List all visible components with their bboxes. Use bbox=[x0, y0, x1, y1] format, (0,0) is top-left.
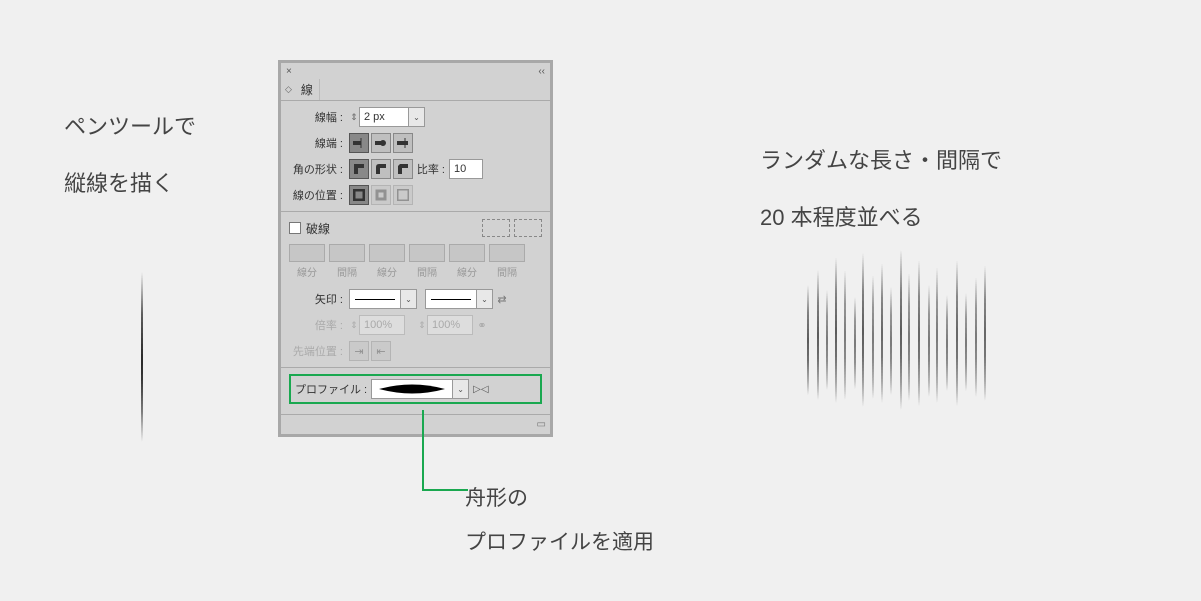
arrow-start-select[interactable]: ⌄ bbox=[349, 289, 417, 309]
align-stroke-buttons bbox=[349, 185, 413, 205]
panel-header: × ‹‹ bbox=[281, 63, 550, 79]
arrow-end-select[interactable]: ⌄ bbox=[425, 289, 493, 309]
cap-buttons bbox=[349, 133, 413, 153]
weight-dropdown[interactable]: ⌄ bbox=[409, 107, 425, 127]
dash-grid: 線分 間隔 線分 間隔 線分 間隔 bbox=[289, 244, 542, 279]
weight-input[interactable]: 2 px bbox=[359, 107, 409, 127]
text-line: 舟形の bbox=[465, 477, 654, 521]
tab-stroke[interactable]: 線 bbox=[295, 79, 320, 100]
stepper-icon[interactable]: ⇕ bbox=[349, 112, 359, 123]
stepper-icon: ⇕ bbox=[349, 320, 359, 331]
flip-along-icon[interactable]: ▷◁ bbox=[473, 384, 488, 395]
profile-label: プロファイル : bbox=[295, 381, 367, 397]
align-stroke-label: 線の位置 : bbox=[289, 187, 349, 203]
row-align-stroke: 線の位置 : bbox=[289, 185, 542, 205]
text-line: プロファイルを適用 bbox=[465, 521, 654, 565]
text-line: ランダムな長さ・間隔で bbox=[760, 132, 1002, 189]
cap-butt-button[interactable] bbox=[349, 133, 369, 153]
weight-label: 線幅 : bbox=[289, 109, 349, 125]
scale-start-input: 100% bbox=[359, 315, 405, 335]
align-inside-button[interactable] bbox=[371, 185, 391, 205]
divider bbox=[281, 367, 550, 368]
tip-align-buttons: ⇥ ⇤ bbox=[349, 341, 391, 361]
cap-round-button[interactable] bbox=[371, 133, 391, 153]
scale-label: 倍率 : bbox=[289, 317, 349, 333]
row-arrowheads: 矢印 : ⌄ ⌄ ⇄ bbox=[289, 289, 542, 309]
collapse-icon[interactable]: ‹‹ bbox=[538, 66, 545, 77]
align-center-button[interactable] bbox=[349, 185, 369, 205]
dash-align-corners-button[interactable] bbox=[514, 219, 542, 237]
stroke-panel: × ‹‹ ◇ 線 線幅 : ⇕ 2 px ⌄ 線端 : bbox=[278, 60, 553, 437]
row-cap: 線端 : bbox=[289, 133, 542, 153]
link-scale-icon: ⚭ bbox=[473, 319, 491, 332]
profile-dropdown[interactable]: ⌄ bbox=[453, 379, 469, 399]
swap-arrows-icon[interactable]: ⇄ bbox=[493, 293, 511, 306]
limit-input[interactable]: 10 bbox=[449, 159, 483, 179]
callout-text: 舟形の プロファイルを適用 bbox=[465, 477, 654, 565]
gap-input[interactable] bbox=[329, 244, 365, 262]
panel-tabs: ◇ 線 bbox=[281, 79, 550, 101]
row-corner: 角の形状 : 比率 : 10 bbox=[289, 159, 542, 179]
close-icon[interactable]: × bbox=[286, 66, 292, 77]
dash-align-preserve-button[interactable] bbox=[482, 219, 510, 237]
tip-flush-button: ⇤ bbox=[371, 341, 391, 361]
cap-projecting-button[interactable] bbox=[393, 133, 413, 153]
footer-icon[interactable]: ▭ bbox=[537, 419, 546, 430]
corner-buttons bbox=[349, 159, 413, 179]
divider bbox=[281, 211, 550, 212]
panel-body: 線幅 : ⇕ 2 px ⌄ 線端 : 角の形状 : bbox=[281, 101, 550, 414]
limit-label: 比率 : bbox=[413, 161, 449, 177]
dashed-checkbox[interactable] bbox=[289, 222, 301, 234]
dash-input[interactable] bbox=[449, 244, 485, 262]
tip-extend-button: ⇥ bbox=[349, 341, 369, 361]
left-caption: ペンツールで 縦線を描く bbox=[64, 98, 196, 212]
dash-input[interactable] bbox=[289, 244, 325, 262]
text-line: ペンツールで bbox=[64, 98, 196, 155]
profile-select[interactable] bbox=[371, 379, 453, 399]
corner-bevel-button[interactable] bbox=[393, 159, 413, 179]
dashed-label: 破線 bbox=[306, 220, 330, 237]
row-tip-align: 先端位置 : ⇥ ⇤ bbox=[289, 341, 542, 361]
corner-miter-button[interactable] bbox=[349, 159, 369, 179]
dash-align-buttons bbox=[482, 219, 542, 237]
dash-input[interactable] bbox=[369, 244, 405, 262]
multiple-vertical-strokes bbox=[800, 245, 1000, 420]
tip-align-label: 先端位置 : bbox=[289, 343, 349, 359]
panel-inner: × ‹‹ ◇ 線 線幅 : ⇕ 2 px ⌄ 線端 : bbox=[281, 63, 550, 434]
right-caption: ランダムな長さ・間隔で 20 本程度並べる bbox=[760, 132, 1002, 246]
row-profile: プロファイル : ⌄ ▷◁ bbox=[289, 374, 542, 404]
scale-end-input: 100% bbox=[427, 315, 473, 335]
corner-round-button[interactable] bbox=[371, 159, 391, 179]
gap-input[interactable] bbox=[489, 244, 525, 262]
updown-icon[interactable]: ◇ bbox=[285, 84, 292, 95]
panel-footer: ▭ bbox=[281, 414, 550, 434]
align-outside-button[interactable] bbox=[393, 185, 413, 205]
corner-label: 角の形状 : bbox=[289, 161, 349, 177]
row-arrow-scale: 倍率 : ⇕ 100% ⇕ 100% ⚭ bbox=[289, 315, 542, 335]
single-vertical-stroke bbox=[137, 272, 147, 447]
row-weight: 線幅 : ⇕ 2 px ⌄ bbox=[289, 107, 542, 127]
row-dashed: 破線 bbox=[289, 218, 542, 238]
arrow-label: 矢印 : bbox=[289, 291, 349, 307]
text-line: 20 本程度並べる bbox=[760, 189, 1002, 246]
profile-flip-icons: ▷◁ bbox=[473, 384, 488, 395]
text-line: 縦線を描く bbox=[64, 155, 196, 212]
gap-input[interactable] bbox=[409, 244, 445, 262]
stepper-icon: ⇕ bbox=[417, 320, 427, 331]
cap-label: 線端 : bbox=[289, 135, 349, 151]
